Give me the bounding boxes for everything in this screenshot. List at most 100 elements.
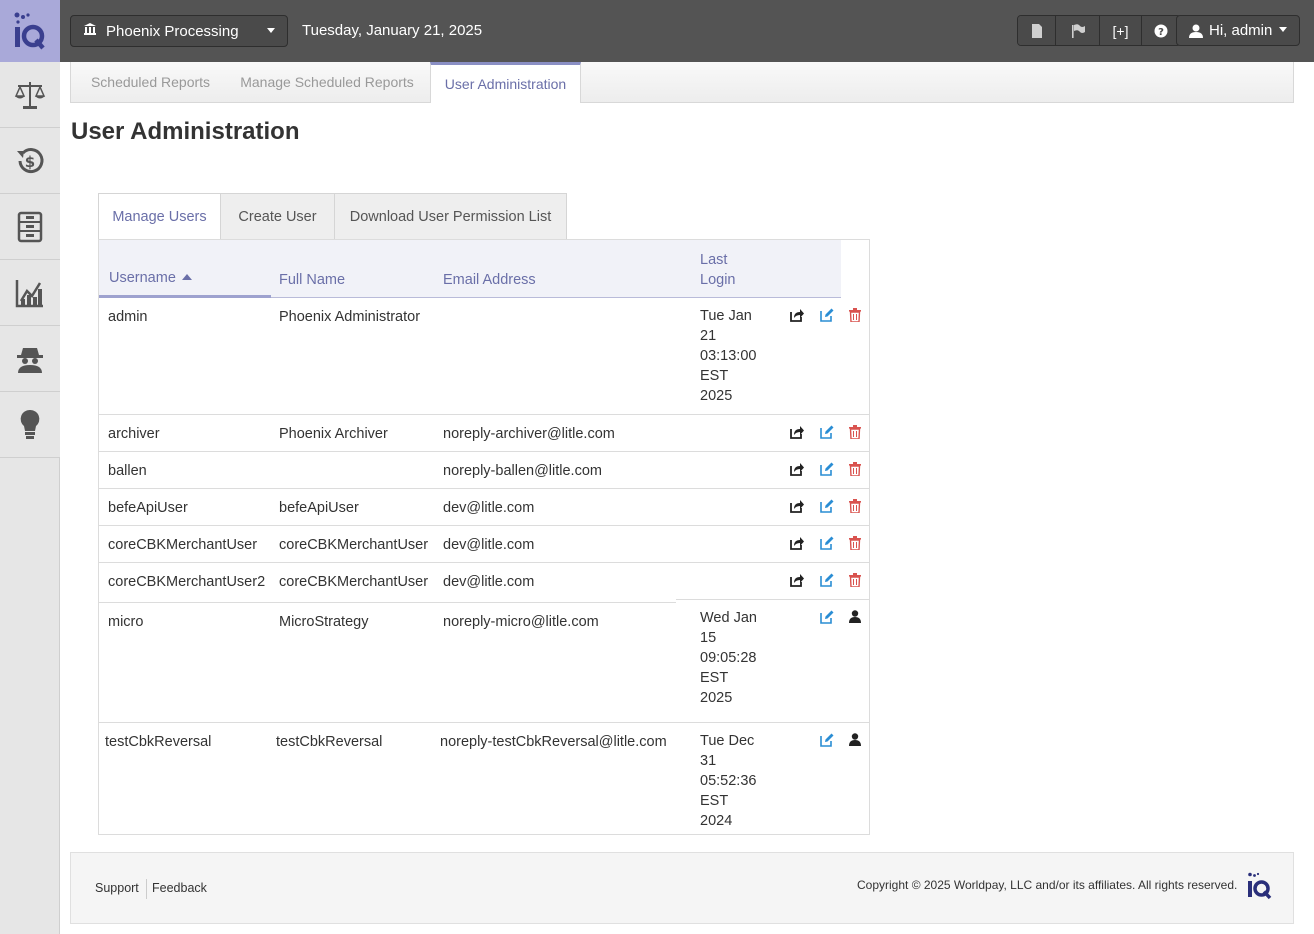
trash-icon: [849, 425, 861, 439]
delete-button[interactable]: [849, 536, 863, 550]
impersonate-button[interactable]: [790, 573, 804, 587]
last-login-line: 21: [700, 328, 717, 344]
column-header-last-login-line1[interactable]: Last: [700, 252, 727, 268]
edit-button[interactable]: [820, 573, 834, 587]
delete-button[interactable]: [849, 462, 863, 476]
sidebar-item-spy[interactable]: [0, 326, 60, 392]
last-login-line: 05:52:36: [700, 773, 757, 789]
last-login-line: 03:13:00: [700, 348, 757, 364]
edit-button[interactable]: [820, 536, 834, 550]
cell-last-login: Tue Jan 21 03:13:00 EST 2025: [700, 306, 760, 406]
cell-username: ballen: [108, 463, 147, 479]
trash-icon: [849, 308, 861, 322]
chevron-down-icon: [267, 28, 275, 33]
impersonate-button[interactable]: [790, 499, 804, 513]
help-button[interactable]: ?: [1142, 16, 1180, 45]
expand-button[interactable]: [+]: [1100, 16, 1142, 45]
iq-logo-icon: [1248, 872, 1272, 900]
delete-button[interactable]: [849, 499, 863, 513]
trash-icon: [849, 462, 861, 476]
edit-button[interactable]: [820, 733, 834, 747]
flag-button[interactable]: [1056, 16, 1100, 45]
column-header-full-name[interactable]: Full Name: [279, 272, 345, 288]
column-header-email[interactable]: Email Address: [443, 272, 536, 288]
tab-scheduled-reports[interactable]: Scheduled Reports: [71, 62, 230, 102]
svg-text:$: $: [25, 153, 35, 171]
cell-username: coreCBKMerchantUser2: [108, 574, 266, 590]
last-login-line: EST: [700, 670, 729, 686]
users-table: Username Full Name Email Address Last Lo…: [98, 239, 870, 835]
user-icon: [849, 733, 861, 746]
tab-create-user-label: Create User: [238, 208, 317, 225]
copyright-text: Copyright © 2025 Worldpay, LLC and/or it…: [857, 878, 1238, 892]
delete-button[interactable]: [849, 425, 863, 439]
cell-email: dev@litle.com: [443, 574, 535, 590]
delete-button[interactable]: [849, 308, 863, 322]
chevron-down-icon: [1279, 27, 1288, 32]
column-header-last-login-line2[interactable]: Login: [700, 272, 735, 288]
question-circle-icon: ?: [1154, 24, 1168, 38]
impersonate-button[interactable]: [790, 308, 804, 322]
tab-download-permission-list[interactable]: Download User Permission List: [335, 193, 567, 240]
sidebar-item-line-chart[interactable]: [0, 260, 60, 326]
impersonate-button[interactable]: [790, 425, 804, 439]
tab-manage-scheduled-reports[interactable]: Manage Scheduled Reports: [230, 62, 424, 102]
edit-button[interactable]: [820, 462, 834, 476]
share-icon: [790, 463, 804, 476]
cell-last-login: Wed Jan 15 09:05:28 EST 2025: [700, 608, 760, 708]
delete-button[interactable]: [849, 573, 863, 587]
share-icon: [790, 426, 804, 439]
tab-user-administration[interactable]: User Administration: [430, 62, 581, 103]
edit-button[interactable]: [820, 610, 834, 624]
sidebar-item-dollar-history[interactable]: $: [0, 128, 60, 194]
lightbulb-icon: [20, 409, 40, 439]
share-icon: [790, 309, 804, 322]
document-icon: [1031, 23, 1042, 38]
cell-full-name: testCbkReversal: [276, 734, 383, 750]
table-row: coreCBKMerchantUser2 coreCBKMerchantUser…: [99, 563, 869, 603]
support-link[interactable]: Support: [95, 881, 139, 895]
last-login-line: Tue Jan: [700, 308, 752, 324]
edit-button[interactable]: [820, 308, 834, 322]
dollar-history-icon: $: [17, 147, 44, 173]
spy-icon: [17, 347, 43, 373]
cell-username: coreCBKMerchantUser: [108, 537, 258, 553]
user-permissions-button[interactable]: [849, 733, 863, 747]
file-cabinet-icon: [17, 211, 43, 242]
user-greeting: Hi, admin: [1209, 22, 1273, 39]
sidebar-item-scale[interactable]: [0, 62, 60, 128]
cell-full-name: befeApiUser: [279, 500, 359, 516]
feedback-link[interactable]: Feedback: [152, 881, 207, 895]
user-admin-tabs: Manage Users Create User Download User P…: [98, 193, 567, 248]
table-row: micro MicroStrategy noreply-micro@litle.…: [99, 603, 869, 723]
impersonate-button[interactable]: [790, 462, 804, 476]
cell-email: noreply-testCbkReversal@litle.com: [440, 734, 667, 750]
edit-icon: [820, 462, 834, 476]
cell-last-login: Tue Dec 31 05:52:36 EST 2024: [700, 731, 760, 831]
toolbar-icons: [+] ?: [1017, 15, 1181, 46]
organization-select[interactable]: Phoenix Processing: [70, 15, 288, 47]
last-login-line: 15: [700, 630, 717, 646]
cell-full-name: coreCBKMerchantUser: [279, 574, 429, 590]
user-menu-button[interactable]: Hi, admin: [1176, 15, 1300, 46]
report-tabs: Scheduled Reports Manage Scheduled Repor…: [70, 62, 1294, 103]
user-permissions-button[interactable]: [849, 610, 863, 624]
tab-create-user[interactable]: Create User: [221, 193, 335, 240]
scale-icon: [14, 81, 46, 109]
top-bar: Phoenix Processing Tuesday, January 21, …: [60, 0, 1314, 62]
iq-logo[interactable]: [0, 0, 60, 62]
impersonate-button[interactable]: [790, 536, 804, 550]
tab-manage-users-label: Manage Users: [112, 208, 207, 225]
sort-ascending-icon: [181, 274, 192, 280]
sidebar-item-lightbulb[interactable]: [0, 392, 60, 458]
document-button[interactable]: [1018, 16, 1056, 45]
last-login-line: 09:05:28: [700, 650, 757, 666]
edit-button[interactable]: [820, 499, 834, 513]
tab-manage-users[interactable]: Manage Users: [98, 193, 221, 248]
sidebar-item-file-cabinet[interactable]: [0, 194, 60, 260]
trash-icon: [849, 573, 861, 587]
table-row: testCbkReversal testCbkReversal noreply-…: [99, 723, 869, 835]
column-header-username[interactable]: Username: [109, 270, 192, 286]
line-chart-icon: [15, 279, 43, 307]
edit-button[interactable]: [820, 425, 834, 439]
